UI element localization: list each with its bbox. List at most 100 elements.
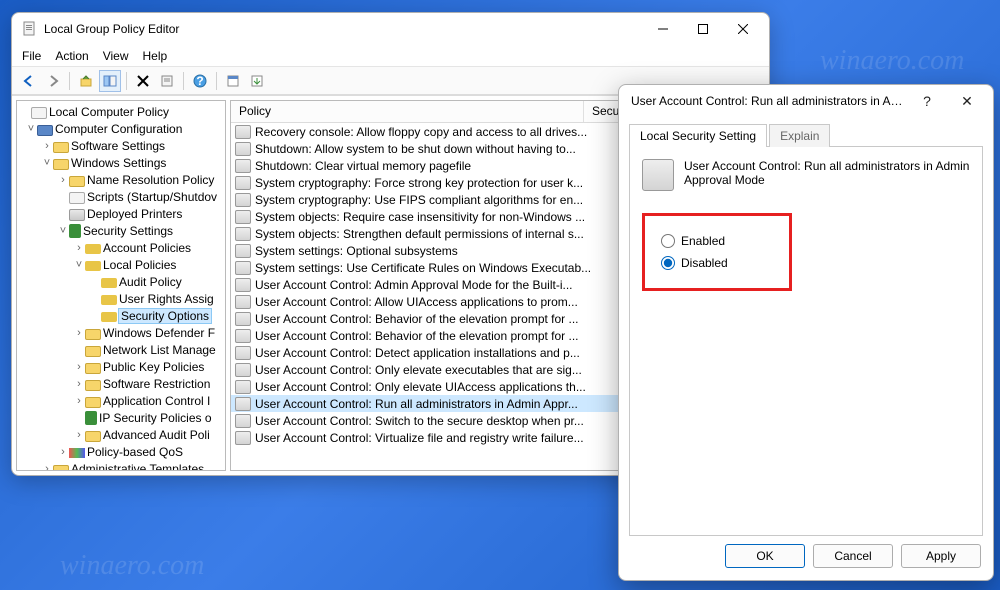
apply-button[interactable]: Apply <box>901 544 981 568</box>
menu-file[interactable]: File <box>22 49 41 63</box>
policy-item-icon <box>235 431 251 445</box>
radio-enabled[interactable] <box>661 234 675 248</box>
folder-icon <box>85 346 101 357</box>
policy-item-icon <box>235 227 251 241</box>
folder-icon <box>85 431 101 442</box>
key-icon <box>101 278 117 288</box>
tree-deployed-printers[interactable]: Deployed Printers <box>17 205 225 222</box>
tree-security-settings[interactable]: ˅Security Settings <box>17 222 225 239</box>
menu-view[interactable]: View <box>103 49 129 63</box>
dialog-titlebar[interactable]: User Account Control: Run all administra… <box>619 85 993 117</box>
tree-name-resolution[interactable]: ›Name Resolution Policy <box>17 171 225 188</box>
policy-item-icon <box>235 142 251 156</box>
policy-item-icon <box>235 380 251 394</box>
key-icon <box>85 261 101 271</box>
folder-icon <box>53 159 69 170</box>
policy-item-icon <box>235 414 251 428</box>
radio-disabled-label: Disabled <box>681 256 728 270</box>
policy-item-icon <box>235 397 251 411</box>
tab-local-security[interactable]: Local Security Setting <box>629 124 767 147</box>
policy-item-icon <box>235 244 251 258</box>
chart-icon <box>69 448 85 458</box>
policy-name: User Account Control: Run all administra… <box>684 159 970 191</box>
tree-audit-policy[interactable]: Audit Policy <box>17 273 225 290</box>
menu-action[interactable]: Action <box>55 49 88 63</box>
folder-icon <box>53 465 69 472</box>
tree-ip-security[interactable]: IP Security Policies o <box>17 409 225 426</box>
maximize-button[interactable] <box>683 15 723 43</box>
policy-item-icon <box>235 278 251 292</box>
delete-button[interactable] <box>132 70 154 92</box>
tree-network-list[interactable]: Network List Manage <box>17 341 225 358</box>
tree-root[interactable]: Local Computer Policy <box>17 103 225 120</box>
tree-security-options[interactable]: Security Options <box>17 307 225 324</box>
printer-icon <box>69 209 85 221</box>
tree-defender-firewall[interactable]: ›Windows Defender F <box>17 324 225 341</box>
policy-item-icon <box>235 159 251 173</box>
policy-item-icon <box>235 210 251 224</box>
folder-icon <box>85 363 101 374</box>
tree-user-rights[interactable]: User Rights Assig <box>17 290 225 307</box>
key-icon <box>101 312 117 322</box>
policy-item-icon <box>235 312 251 326</box>
tree-qos[interactable]: ›Policy-based QoS <box>17 443 225 460</box>
tab-explain[interactable]: Explain <box>769 124 830 147</box>
folder-icon <box>85 380 101 391</box>
computer-icon <box>37 125 53 136</box>
policy-icon <box>642 159 674 191</box>
forward-button[interactable] <box>42 70 64 92</box>
tree-admin-templates[interactable]: ›Administrative Templates <box>17 460 225 471</box>
properties-button[interactable] <box>156 70 178 92</box>
filter-button[interactable] <box>222 70 244 92</box>
close-button[interactable]: ✕ <box>947 93 987 110</box>
shield-icon <box>69 224 81 238</box>
help-button[interactable]: ? <box>907 93 947 109</box>
policy-item-icon <box>235 363 251 377</box>
tab-body: User Account Control: Run all administra… <box>629 146 983 536</box>
policy-item-icon <box>235 261 251 275</box>
ok-button[interactable]: OK <box>725 544 805 568</box>
titlebar[interactable]: Local Group Policy Editor <box>12 13 769 45</box>
folder-icon <box>85 397 101 408</box>
folder-icon <box>69 176 85 187</box>
dialog-title: User Account Control: Run all administra… <box>631 94 907 108</box>
tree-computer-config[interactable]: ˅Computer Configuration <box>17 120 225 137</box>
policy-item-icon <box>235 176 251 190</box>
up-button[interactable] <box>75 70 97 92</box>
tree-local-policies[interactable]: ˅Local Policies <box>17 256 225 273</box>
policy-item-icon <box>235 295 251 309</box>
folder-icon <box>85 329 101 340</box>
menu-help[interactable]: Help <box>143 49 168 63</box>
radio-disabled[interactable] <box>661 256 675 270</box>
policy-properties-dialog: User Account Control: Run all administra… <box>618 84 994 581</box>
col-policy[interactable]: Policy <box>231 101 584 122</box>
tree-scripts[interactable]: Scripts (Startup/Shutdov <box>17 188 225 205</box>
tree-advanced-audit[interactable]: ›Advanced Audit Poli <box>17 426 225 443</box>
watermark: winaero.com <box>820 45 964 77</box>
policy-item-icon <box>235 193 251 207</box>
tree-app-control[interactable]: ›Application Control I <box>17 392 225 409</box>
show-hide-tree-button[interactable] <box>99 70 121 92</box>
tree-account-policies[interactable]: ›Account Policies <box>17 239 225 256</box>
folder-icon <box>53 142 69 153</box>
help-button[interactable]: ? <box>189 70 211 92</box>
menubar: File Action View Help <box>12 45 769 67</box>
script-icon <box>69 192 85 204</box>
close-button[interactable] <box>723 15 763 43</box>
policy-icon <box>31 107 47 119</box>
cancel-button[interactable]: Cancel <box>813 544 893 568</box>
back-button[interactable] <box>18 70 40 92</box>
tree-public-key[interactable]: ›Public Key Policies <box>17 358 225 375</box>
radio-enabled-label: Enabled <box>681 234 725 248</box>
window-title: Local Group Policy Editor <box>44 22 643 36</box>
tree-windows-settings[interactable]: ˅Windows Settings <box>17 154 225 171</box>
policy-item-icon <box>235 329 251 343</box>
policy-item-icon <box>235 125 251 139</box>
shield-icon <box>85 411 97 425</box>
key-icon <box>101 295 117 305</box>
tree-pane[interactable]: Local Computer Policy ˅Computer Configur… <box>16 100 226 471</box>
tree-software-settings[interactable]: ›Software Settings <box>17 137 225 154</box>
tree-software-restriction[interactable]: ›Software Restriction <box>17 375 225 392</box>
minimize-button[interactable] <box>643 15 683 43</box>
export-button[interactable] <box>246 70 268 92</box>
